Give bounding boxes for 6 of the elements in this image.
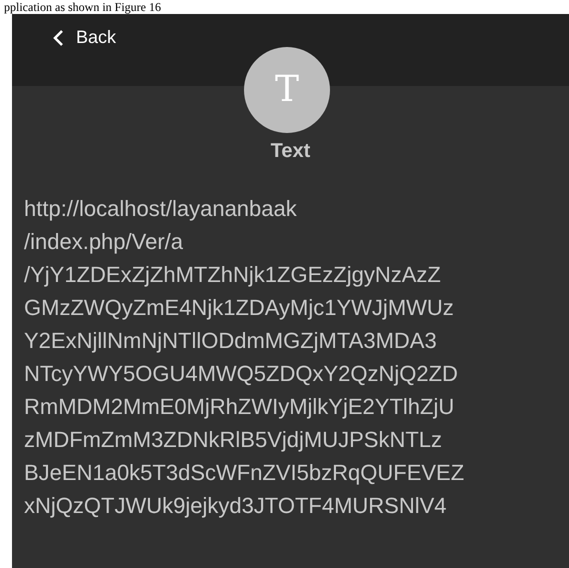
avatar-letter: T <box>274 72 299 108</box>
back-button[interactable]: Back <box>52 24 116 51</box>
back-icon <box>52 28 64 46</box>
url-text: http://localhost/layananbaak /index.php/Ver/a /YjY1ZDExZjZhMTZhNjk1ZGEzZjgyNzAzZ GMzZWQyZmE4Njk1ZDAyMjc1YWJjMWUz Y2ExNjllNmNjNTllODdmMGZjMTA3MDA3 NTcyYWY5OGU4MWQ5ZDQxY2QzNjQ2ZD RmMDM2MmE0MjRhZWIyMjlkYjE2YTlhZjU zMDFmZmM3ZDNkRlB5VjdjMUJPSkNTLz BJeEN1a0k5T3dScWFnZVI5bzRqQUFEVEZ xNjQzQTJWUk9jejkyd3JTOTF4MURSNlV4 <box>24 195 466 520</box>
caption-text: pplication as shown in Figure 16 <box>4 1 161 13</box>
title-text: Text <box>270 139 310 164</box>
